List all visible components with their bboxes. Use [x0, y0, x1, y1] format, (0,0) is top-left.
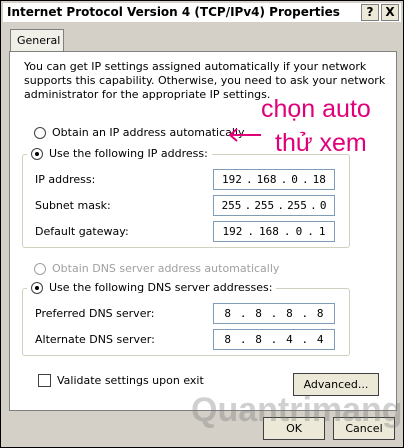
ip-octet: 8 — [224, 307, 232, 320]
annotation-line1: chọn auto — [261, 95, 371, 123]
subnet-mask-row: Subnet mask: 255. 255. 255. 0 — [35, 195, 365, 217]
use-following-dns-label: Use the following DNS server addresses: — [49, 281, 273, 294]
ip-octet: 255 — [254, 199, 275, 212]
obtain-dns-auto-radio[interactable] — [34, 262, 46, 275]
ip-octet: 8 — [224, 333, 232, 346]
ip-octet: 8 — [316, 307, 324, 320]
obtain-dns-auto-option[interactable]: Obtain DNS server address automatically — [34, 262, 279, 275]
subnet-mask-input[interactable]: 255. 255. 255. 0 — [213, 195, 335, 216]
ip-octet: 0 — [291, 173, 298, 186]
close-button[interactable]: X — [381, 4, 399, 21]
static-ip-group: Use the following IP address: IP address… — [22, 147, 350, 248]
ip-octet: 8 — [286, 307, 293, 320]
obtain-ip-auto-radio[interactable] — [34, 126, 46, 139]
ip-octet: 8 — [255, 307, 262, 320]
use-following-dns-radio[interactable] — [31, 281, 43, 294]
use-following-ip-option[interactable]: Use the following IP address: — [27, 147, 212, 160]
ip-octet: 168 — [256, 173, 277, 186]
ip-octet: 192 — [222, 173, 242, 186]
ip-octet: 1 — [318, 225, 326, 238]
subnet-mask-label: Subnet mask: — [35, 199, 111, 212]
use-following-ip-label: Use the following IP address: — [49, 147, 208, 160]
annotation-arrow-icon — [228, 128, 261, 142]
ip-octet: 0 — [319, 199, 327, 212]
preferred-dns-label: Preferred DNS server: — [35, 307, 155, 320]
ip-octet: 168 — [259, 225, 279, 238]
use-following-ip-radio[interactable] — [31, 147, 43, 160]
default-gateway-label: Default gateway: — [35, 225, 129, 238]
obtain-ip-auto-option[interactable]: Obtain an IP address automatically — [34, 126, 245, 139]
static-dns-group: Use the following DNS server addresses: … — [22, 281, 350, 356]
ip-octet: 18 — [312, 173, 326, 186]
obtain-ip-auto-label: Obtain an IP address automatically — [52, 126, 245, 139]
ip-address-input[interactable]: 192. 168. 0. 18 — [213, 169, 335, 190]
use-following-dns-option[interactable]: Use the following DNS server addresses: — [27, 281, 277, 294]
title-bar: Internet Protocol Version 4 (TCP/IPv4) P… — [3, 3, 401, 22]
default-gateway-input[interactable]: 192. 168. 0. 1 — [213, 221, 335, 242]
ip-octet: 255 — [287, 199, 307, 212]
ip-address-row: IP address: 192. 168. 0. 18 — [35, 169, 365, 191]
tcpip-properties-window: Internet Protocol Version 4 (TCP/IPv4) P… — [0, 0, 404, 448]
alternate-dns-input[interactable]: 8. 8. 4. 4 — [213, 329, 335, 350]
ip-address-label: IP address: — [35, 173, 96, 186]
preferred-dns-input[interactable]: 8. 8. 8. 8 — [213, 303, 335, 324]
tab-general[interactable]: General — [10, 29, 64, 52]
default-gateway-row: Default gateway: 192. 168. 0. 1 — [35, 221, 365, 243]
help-button[interactable]: ? — [361, 4, 379, 21]
alternate-dns-row: Alternate DNS server: 8. 8. 4. 4 — [35, 329, 365, 351]
ip-octet: 4 — [286, 333, 293, 346]
validate-settings-label: Validate settings upon exit — [57, 374, 204, 387]
validate-settings-option[interactable]: Validate settings upon exit — [38, 374, 204, 387]
ip-octet: 4 — [316, 333, 324, 346]
obtain-dns-auto-label: Obtain DNS server address automatically — [52, 262, 280, 275]
ip-octet: 192 — [222, 225, 243, 238]
window-title: Internet Protocol Version 4 (TCP/IPv4) P… — [7, 5, 340, 19]
annotation-line2: thử xem — [275, 129, 367, 157]
ip-octet: 0 — [295, 225, 303, 238]
alternate-dns-label: Alternate DNS server: — [35, 333, 155, 346]
ip-octet: 255 — [221, 199, 242, 212]
ip-octet: 8 — [255, 333, 262, 346]
preferred-dns-row: Preferred DNS server: 8. 8. 8. 8 — [35, 303, 365, 325]
validate-settings-checkbox[interactable] — [38, 374, 51, 387]
watermark-text: Quantrimang — [191, 391, 403, 429]
